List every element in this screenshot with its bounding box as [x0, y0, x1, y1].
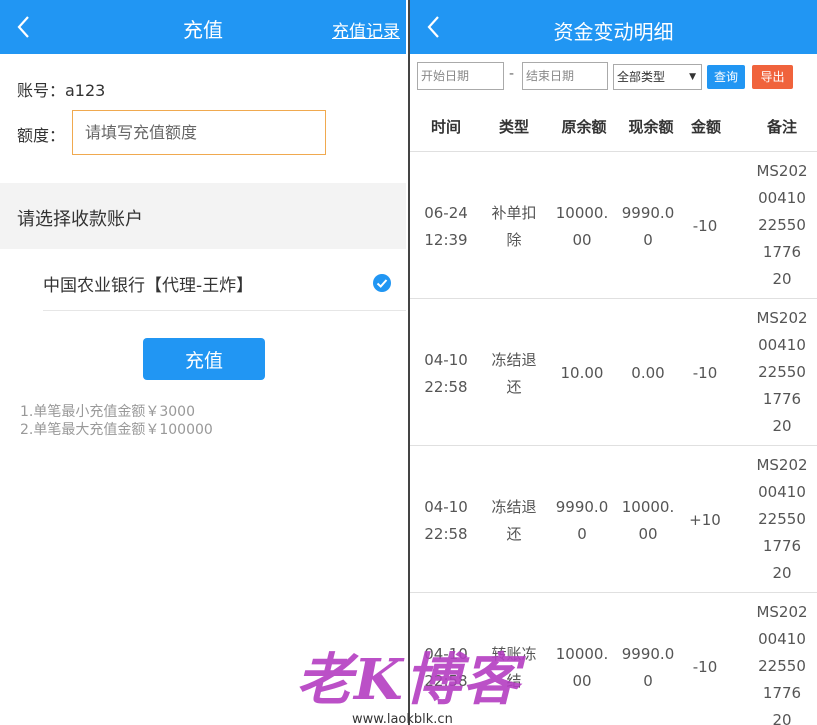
watermark-url: www.laokblk.cn — [352, 712, 453, 725]
recharge-button[interactable]: 充值 — [143, 338, 265, 380]
type-select-value: 全部类型 — [617, 70, 666, 84]
fund-detail-panel: 资金变动明细 开始日期 - 结束日期 全部类型 ▼ 查询 导出 时间 类型 原余… — [408, 0, 817, 725]
cell-old-balance: 10000.00 — [555, 204, 609, 249]
checkmark-circle-icon — [373, 274, 391, 292]
cell-note: MS20200410225501776 20 — [756, 309, 808, 435]
cell-note: MS20200410225501776 20 — [756, 456, 808, 582]
cell-new-balance: 0.00 — [631, 364, 665, 382]
cell-new-balance: 9990.00 — [621, 645, 675, 690]
amount-label: 额度： — [17, 126, 66, 145]
cell-amount: -10 — [692, 217, 718, 235]
cell-new-balance: 9990.00 — [621, 204, 675, 249]
export-button[interactable]: 导出 — [752, 65, 793, 89]
section-title: 请选择收款账户 — [17, 209, 143, 230]
table-row[interactable]: 04-10 22:58 冻结退还 9990.00 10000.00 +10 MS… — [410, 446, 817, 593]
column-header-amount: 金额 — [690, 118, 721, 136]
recharge-notes: 1.单笔最小充值金额￥3000 2.单笔最大充值金额￥100000 — [20, 403, 213, 439]
cell-amount: -10 — [692, 658, 718, 676]
cell-time: 04-10 22:58 — [424, 351, 468, 396]
recharge-record-link[interactable]: 充值记录 — [332, 17, 400, 42]
watermark-logo: 老K博客 — [296, 647, 521, 713]
type-select[interactable]: 全部类型 ▼ — [613, 64, 702, 90]
cell-time: 04-10 22:58 — [424, 498, 468, 543]
start-date-input[interactable]: 开始日期 — [417, 62, 504, 90]
recharge-header: 充值 充值记录 — [0, 0, 406, 54]
column-header-old-balance: 原余额 — [561, 118, 607, 136]
date-separator: - — [509, 66, 515, 82]
cell-old-balance: 9990.00 — [555, 498, 609, 543]
page-title: 资金变动明细 — [553, 20, 674, 44]
table-header: 时间 类型 原余额 现余额 金额 备注 — [410, 100, 817, 152]
amount-input[interactable] — [72, 110, 326, 155]
cell-old-balance: 10000.00 — [555, 645, 609, 690]
note-max: 2.单笔最大充值金额￥100000 — [20, 422, 213, 438]
bank-name: 中国农业银行【代理-王炸】 — [43, 276, 254, 296]
cell-new-balance: 10000.00 — [621, 498, 675, 543]
cell-note: MS20200410225501776 20 — [756, 603, 808, 725]
cell-note: MS20200410225501776 20 — [756, 162, 808, 288]
bank-account-option[interactable]: 中国农业银行【代理-王炸】 — [43, 255, 406, 311]
column-header-time: 时间 — [430, 118, 461, 136]
dropdown-arrow-icon: ▼ — [689, 72, 696, 82]
column-header-type: 类型 — [498, 118, 529, 136]
section-header: 请选择收款账户 — [0, 183, 406, 249]
cell-type: 冻结退还 — [491, 351, 537, 396]
end-date-input[interactable]: 结束日期 — [522, 62, 608, 90]
account-label: 账号：a123 — [17, 81, 106, 100]
note-min: 1.单笔最小充值金额￥3000 — [20, 404, 195, 420]
recharge-panel: 充值 充值记录 账号：a123 额度： 请选择收款账户 中国农业银行【代理-王炸… — [0, 0, 406, 725]
cell-type: 补单扣除 — [491, 204, 537, 249]
cell-amount: +10 — [689, 511, 721, 529]
table-row[interactable]: 04-10 22:58 冻结退还 10.00 0.00 -10 MS202004… — [410, 299, 817, 446]
filter-bar: 开始日期 - 结束日期 全部类型 ▼ 查询 导出 — [410, 62, 817, 94]
cell-old-balance: 10.00 — [560, 364, 604, 382]
column-header-note: 备注 — [766, 118, 797, 136]
column-header-new-balance: 现余额 — [628, 118, 674, 136]
table-row[interactable]: 06-24 12:39 补单扣除 10000.00 9990.00 -10 MS… — [410, 152, 817, 299]
cell-type: 冻结退还 — [491, 498, 537, 543]
cell-time: 06-24 12:39 — [424, 204, 468, 249]
fund-detail-header: 资金变动明细 — [410, 0, 817, 54]
query-button[interactable]: 查询 — [707, 65, 745, 89]
cell-amount: -10 — [692, 364, 718, 382]
